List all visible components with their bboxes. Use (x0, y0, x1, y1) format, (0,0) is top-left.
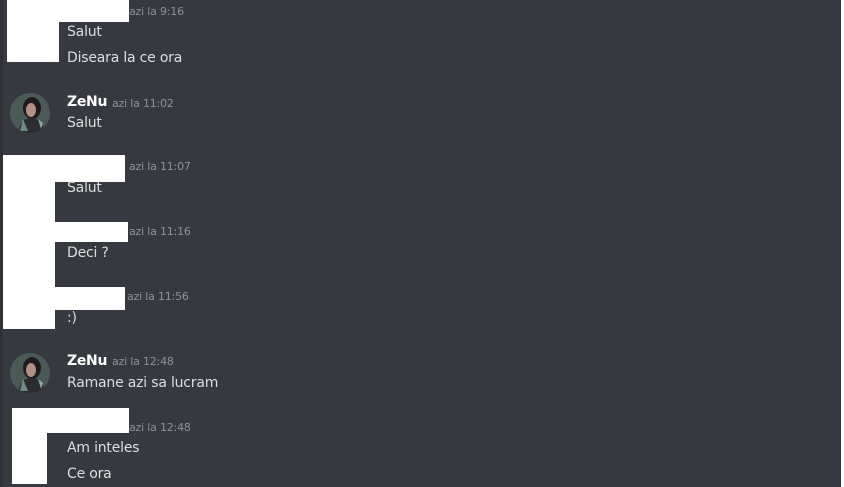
message-text: Ramane azi sa lucram (67, 375, 219, 391)
message-text: Salut (67, 180, 102, 196)
chat-messages-area: azi la 9:16 Salut Diseara la ce ora ZeNu… (0, 0, 844, 487)
message-text: :) (67, 310, 77, 326)
user-avatar[interactable] (10, 93, 50, 133)
message-timestamp: azi la 11:07 (129, 160, 191, 173)
message-text: Salut (67, 24, 102, 40)
message-timestamp: azi la 11:16 (129, 225, 191, 238)
message-text: Salut (67, 115, 102, 131)
message-text: Diseara la ce ora (67, 50, 183, 66)
message-text: Ce ora (67, 466, 112, 482)
message-author[interactable]: ZeNu (67, 94, 107, 110)
redacted-avatar (12, 408, 47, 484)
redacted-avatar (7, 0, 59, 62)
user-avatar[interactable] (10, 353, 50, 393)
message-author[interactable]: ZeNu (67, 353, 107, 369)
zenu-avatar-icon (10, 353, 50, 393)
message-text: Deci ? (67, 245, 109, 261)
message-timestamp: azi la 12:48 (112, 355, 174, 368)
zenu-avatar-icon (10, 93, 50, 133)
message-text: Am inteles (67, 440, 140, 456)
redacted-username (3, 287, 125, 310)
message-timestamp: azi la 11:56 (127, 290, 189, 303)
message-timestamp: azi la 12:48 (129, 421, 191, 434)
message-timestamp: azi la 9:16 (129, 5, 184, 18)
redacted-username (3, 222, 128, 242)
message-timestamp: azi la 11:02 (112, 97, 174, 110)
